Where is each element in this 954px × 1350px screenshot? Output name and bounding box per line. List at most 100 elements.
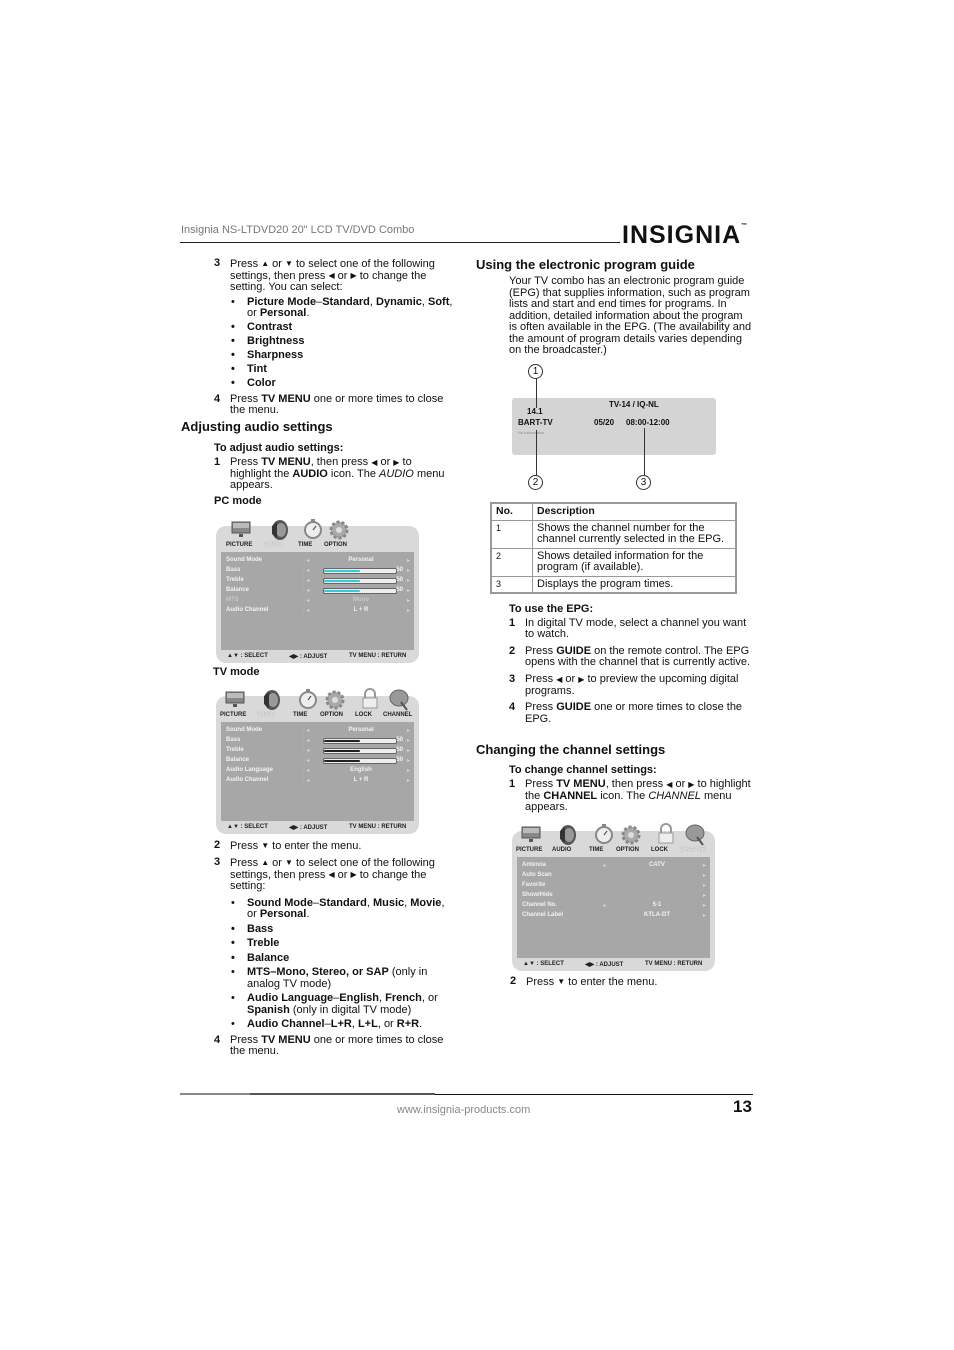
menu-row[interactable]: Channel Label KTLA-DT ▸ bbox=[517, 911, 710, 920]
tab-channel[interactable]: CHANNEL bbox=[679, 847, 708, 853]
level-slider[interactable] bbox=[323, 748, 397, 754]
picture-icon[interactable] bbox=[230, 518, 252, 542]
menu-row[interactable]: Balance: ◂ 50 ▸ bbox=[221, 586, 414, 595]
menu-row[interactable]: Audio Channel: ◂ L + R ▸ bbox=[221, 776, 414, 785]
satellite-dish-icon[interactable] bbox=[683, 823, 705, 847]
tab-audio[interactable]: AUDIO bbox=[256, 712, 275, 718]
speaker-icon[interactable] bbox=[268, 518, 290, 542]
left-arrow-icon[interactable]: : ◂ bbox=[599, 902, 605, 909]
right-arrow-icon[interactable]: ▸ bbox=[407, 767, 410, 774]
stopwatch-icon[interactable] bbox=[297, 688, 319, 712]
left-arrow-icon[interactable]: : ◂ bbox=[303, 607, 309, 614]
right-arrow-icon[interactable]: ▸ bbox=[407, 737, 410, 744]
right-arrow-icon[interactable]: ▸ bbox=[407, 747, 410, 754]
right-arrow-icon[interactable]: ▸ bbox=[407, 557, 410, 564]
tab-time[interactable]: TIME bbox=[298, 542, 312, 548]
level-slider[interactable] bbox=[323, 578, 397, 584]
right-arrow-icon[interactable]: ▸ bbox=[407, 727, 410, 734]
menu-row[interactable]: Audio Channel: ◂ L + R ▸ bbox=[221, 606, 414, 615]
right-arrow-icon[interactable]: ▸ bbox=[407, 567, 410, 574]
level-slider[interactable] bbox=[323, 738, 397, 744]
left-arrow-icon[interactable]: : ◂ bbox=[303, 747, 309, 754]
right-arrow-icon[interactable]: ▸ bbox=[407, 577, 410, 584]
return-hint: TV MENU : RETURN bbox=[349, 653, 407, 659]
tab-picture[interactable]: PICTURE bbox=[516, 847, 542, 853]
left-arrow-icon[interactable]: : ◂ bbox=[303, 727, 309, 734]
tab-audio[interactable]: AUDIO bbox=[264, 542, 283, 548]
right-arrow-icon[interactable]: ▸ bbox=[407, 777, 410, 784]
right-arrow-icon[interactable]: ▸ bbox=[703, 862, 706, 869]
left-arrow-icon[interactable]: : ◂ bbox=[303, 737, 309, 744]
right-arrow-icon[interactable]: ▸ bbox=[703, 912, 706, 919]
right-arrow-icon[interactable]: ▸ bbox=[407, 607, 410, 614]
right-arrow-icon[interactable]: ▸ bbox=[703, 902, 706, 909]
menu-row[interactable]: Sound Mode: ◂ Personal ▸ bbox=[221, 556, 414, 565]
right-arrow-icon[interactable]: ▸ bbox=[703, 892, 706, 899]
tab-channel[interactable]: CHANNEL bbox=[383, 712, 412, 718]
level-slider[interactable] bbox=[323, 588, 397, 594]
menu-row[interactable]: Show/Hide ▸ bbox=[517, 891, 710, 900]
speaker-icon[interactable] bbox=[556, 823, 578, 847]
picture-icon[interactable] bbox=[224, 688, 246, 712]
tab-picture[interactable]: PICTURE bbox=[226, 542, 252, 548]
menu-row-value: L + R bbox=[353, 607, 369, 613]
left-arrow-icon[interactable]: : ◂ bbox=[303, 577, 309, 584]
left-arrow-icon[interactable]: : ◂ bbox=[303, 767, 309, 774]
column-header-description: Description bbox=[532, 502, 737, 521]
page-number: 13 bbox=[733, 1097, 752, 1116]
epg-intro: Your TV combo has an electronic program … bbox=[509, 275, 752, 356]
picture-icon[interactable] bbox=[520, 823, 542, 847]
right-arrow-icon[interactable]: ▸ bbox=[407, 587, 410, 594]
lock-icon[interactable] bbox=[359, 688, 381, 712]
menu-row[interactable]: Auto Scan ▸ bbox=[517, 871, 710, 880]
gear-icon[interactable] bbox=[324, 688, 346, 712]
right-arrow-icon[interactable]: ▸ bbox=[703, 882, 706, 889]
menu-row[interactable]: Antenna: ◂ CATV ▸ bbox=[517, 861, 710, 870]
footer-rule bbox=[180, 1093, 250, 1095]
level-slider[interactable] bbox=[323, 568, 397, 574]
lock-icon[interactable] bbox=[655, 823, 677, 847]
tab-time[interactable]: TIME bbox=[589, 847, 603, 853]
left-arrow-icon[interactable]: : ◂ bbox=[303, 757, 309, 764]
menu-row[interactable]: Favorite ▸ bbox=[517, 881, 710, 890]
menu-row-label: Channel Label bbox=[522, 912, 564, 918]
level-slider[interactable] bbox=[323, 758, 397, 764]
header-rule bbox=[180, 242, 620, 243]
gear-icon[interactable] bbox=[620, 823, 642, 847]
left-arrow-icon[interactable]: : ◂ bbox=[303, 557, 309, 564]
gear-icon[interactable] bbox=[328, 518, 350, 542]
tab-option[interactable]: OPTION bbox=[616, 847, 639, 853]
menu-row[interactable]: Audio Language: ◂ English ▸ bbox=[221, 766, 414, 775]
menu-row[interactable]: Bass: ◂ 50 ▸ bbox=[221, 566, 414, 575]
tab-option[interactable]: OPTION bbox=[324, 542, 347, 548]
menu-row[interactable]: Channel No.: ◂ 5-1 ▸ bbox=[517, 901, 710, 910]
menu-row[interactable]: MTS: ◂ Mono ▸ bbox=[221, 596, 414, 605]
left-arrow-icon[interactable]: : ◂ bbox=[303, 597, 309, 604]
pc-mode-audio-menu: PICTURE AUDIO TIME OPTION Sound Mode: ◂ Perso… bbox=[216, 519, 419, 663]
tab-lock[interactable]: LOCK bbox=[355, 712, 372, 718]
menu-row[interactable]: Bass: ◂ 50 ▸ bbox=[221, 736, 414, 745]
right-arrow-icon: ▶ bbox=[350, 271, 357, 281]
tab-option[interactable]: OPTION bbox=[320, 712, 343, 718]
tab-picture[interactable]: PICTURE bbox=[220, 712, 246, 718]
satellite-dish-icon[interactable] bbox=[387, 688, 409, 712]
right-arrow-icon[interactable]: ▸ bbox=[407, 597, 410, 604]
right-arrow-icon[interactable]: ▸ bbox=[703, 872, 706, 879]
speaker-icon[interactable] bbox=[260, 688, 282, 712]
tab-lock[interactable]: LOCK bbox=[651, 847, 668, 853]
menu-row-label: Audio Language bbox=[226, 767, 273, 773]
menu-row[interactable]: Sound Mode: ◂ Personal ▸ bbox=[221, 726, 414, 735]
left-arrow-icon[interactable]: : ◂ bbox=[303, 777, 309, 784]
left-arrow-icon[interactable]: : ◂ bbox=[599, 862, 605, 869]
right-arrow-icon[interactable]: ▸ bbox=[407, 757, 410, 764]
left-arrow-icon[interactable]: : ◂ bbox=[303, 567, 309, 574]
menu-row[interactable]: Balance: ◂ 50 ▸ bbox=[221, 756, 414, 765]
menu-row[interactable]: Treble: ◂ 50 ▸ bbox=[221, 576, 414, 585]
tab-time[interactable]: TIME bbox=[293, 712, 307, 718]
stopwatch-icon[interactable] bbox=[593, 823, 615, 847]
stopwatch-icon[interactable] bbox=[302, 518, 324, 542]
left-arrow-icon[interactable]: : ◂ bbox=[303, 587, 309, 594]
tab-audio[interactable]: AUDIO bbox=[552, 847, 571, 853]
audio-settings-list: Sound Mode–Standard, Music, Movie, or Pe… bbox=[230, 897, 454, 1031]
menu-row[interactable]: Treble: ◂ 50 ▸ bbox=[221, 746, 414, 755]
